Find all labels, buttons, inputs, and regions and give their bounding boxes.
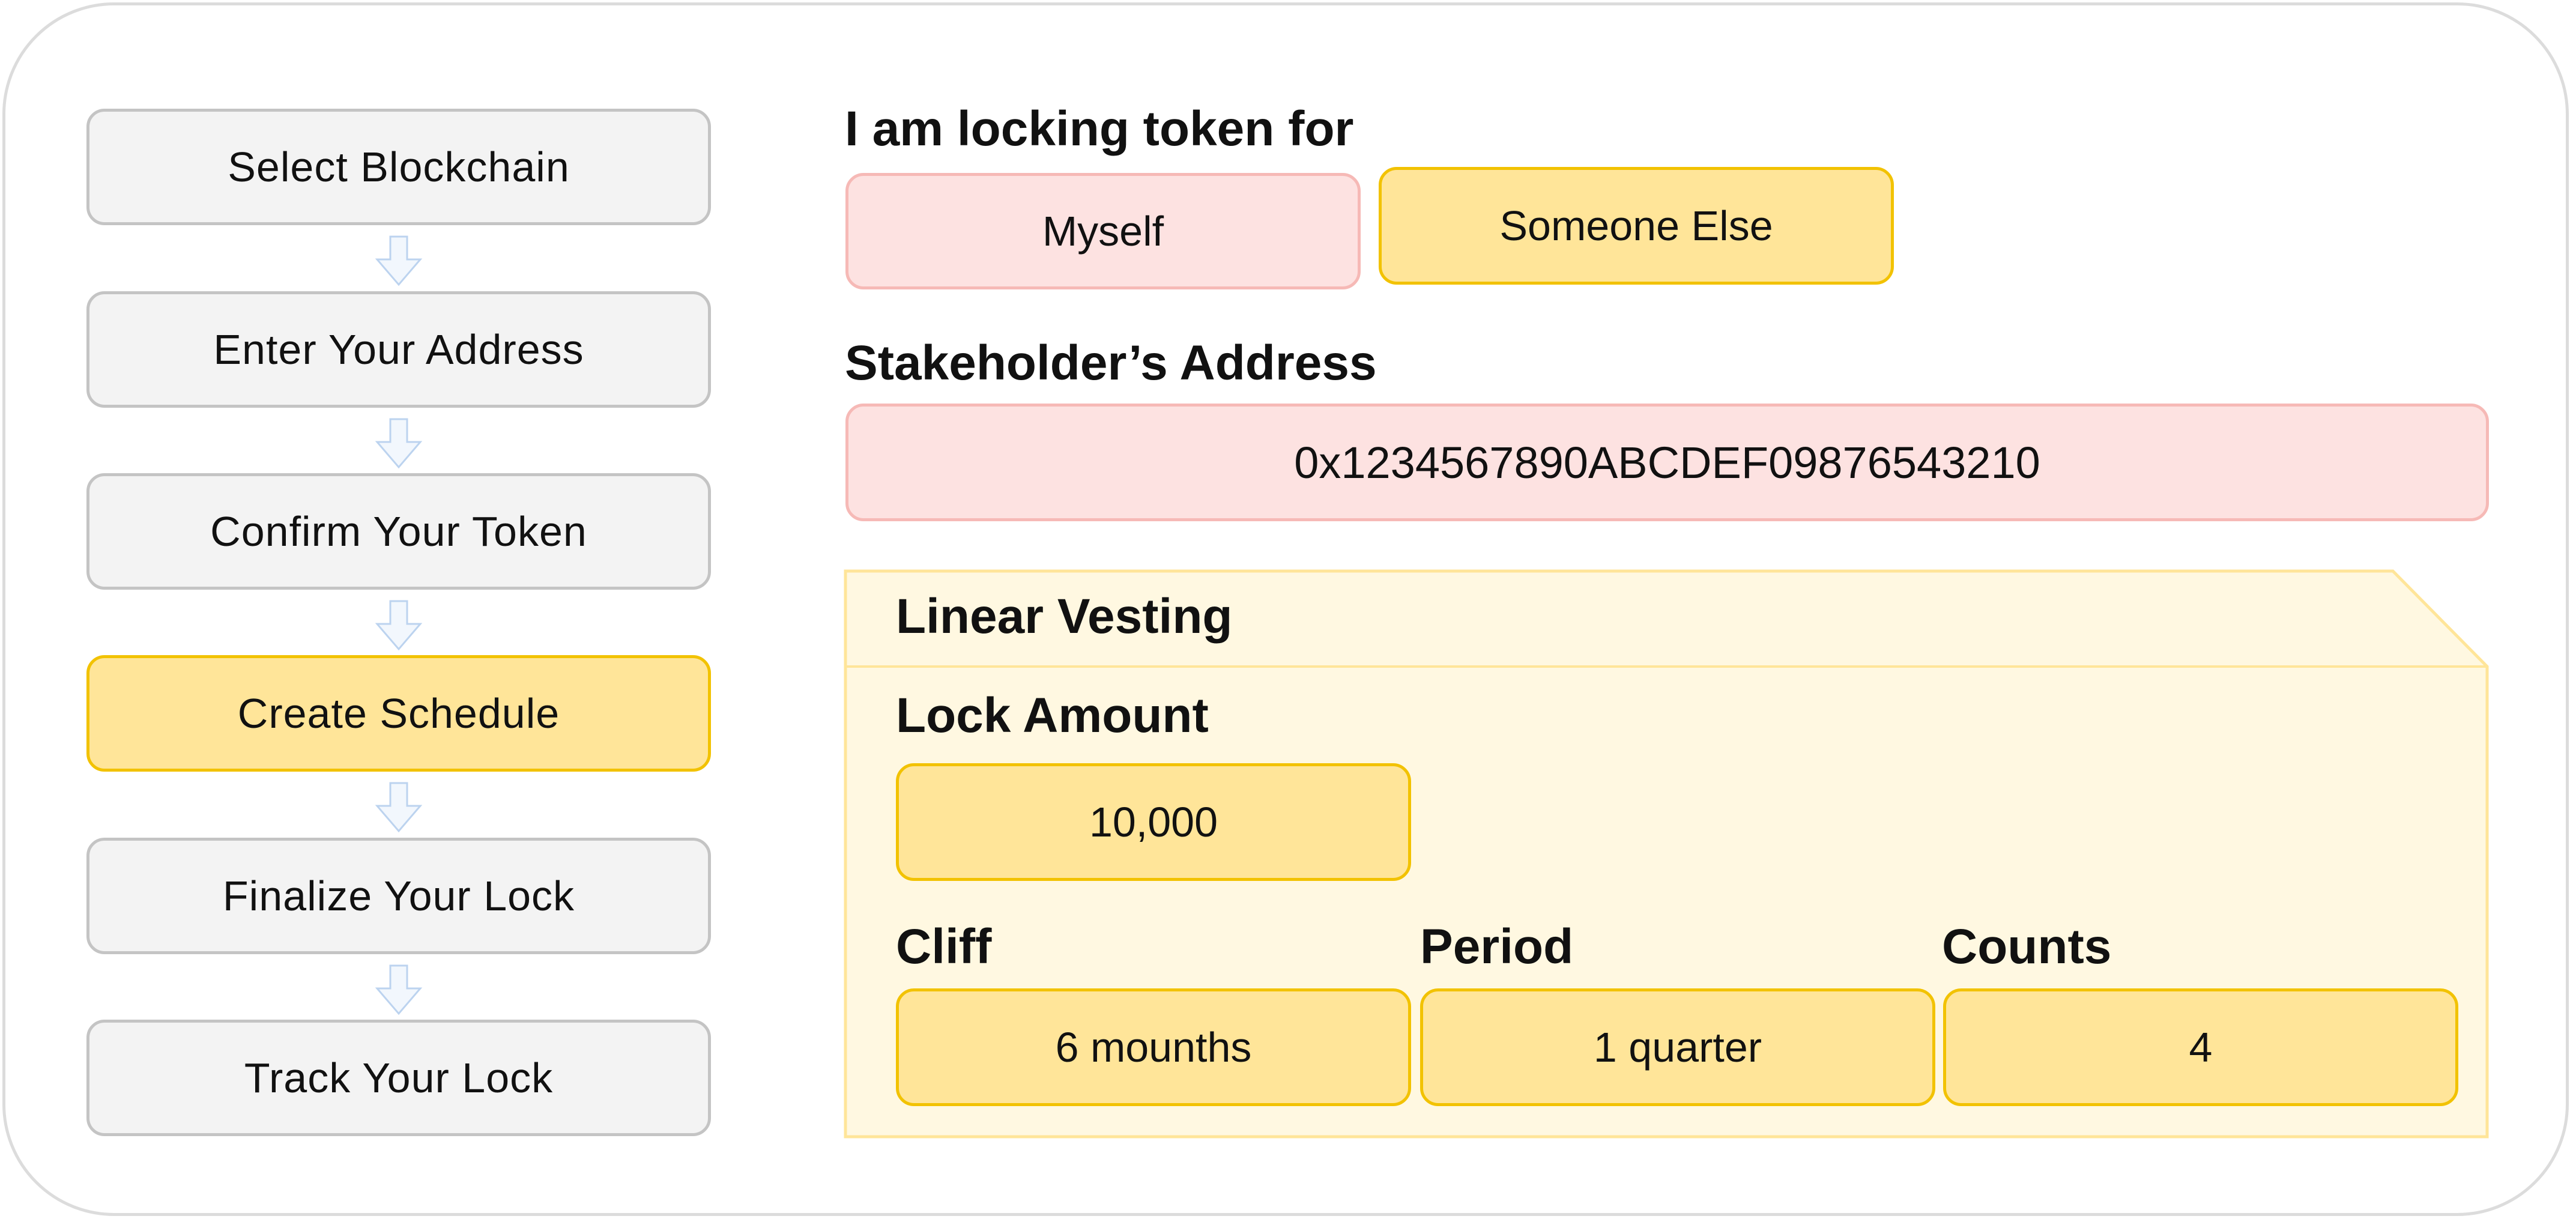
period-label: Period [1420, 919, 1574, 974]
linear-vesting-title: Linear Vesting [896, 589, 1233, 644]
stakeholder-address-field[interactable]: 0x1234567890ABCDEF09876543210 [845, 404, 2489, 521]
counts-label: Counts [1942, 919, 2112, 974]
step-finalize-lock[interactable]: Finalize Your Lock [86, 838, 711, 954]
down-arrow-icon [375, 600, 423, 651]
cliff-label: Cliff [896, 919, 992, 974]
locking-heading: I am locking token for [845, 101, 1354, 156]
period-field[interactable]: 1 quarter [1420, 988, 1935, 1106]
step-create-schedule[interactable]: Create Schedule [86, 655, 711, 772]
option-myself-button[interactable]: Myself [845, 173, 1361, 289]
stakeholder-heading: Stakeholder’s Address [845, 336, 1377, 390]
counts-field[interactable]: 4 [1943, 988, 2458, 1106]
step-select-blockchain[interactable]: Select Blockchain [86, 109, 711, 225]
cliff-field[interactable]: 6 mounths [896, 988, 1411, 1106]
step-confirm-token[interactable]: Confirm Your Token [86, 473, 711, 590]
lock-amount-label: Lock Amount [896, 688, 1209, 743]
down-arrow-icon [375, 782, 423, 833]
option-someone-else-button[interactable]: Someone Else [1379, 167, 1894, 285]
step-track-lock[interactable]: Track Your Lock [86, 1020, 711, 1136]
down-arrow-icon [375, 418, 423, 469]
step-enter-address[interactable]: Enter Your Address [86, 291, 711, 408]
down-arrow-icon [375, 235, 423, 286]
lock-amount-field[interactable]: 10,000 [896, 763, 1411, 881]
down-arrow-icon [375, 964, 423, 1015]
